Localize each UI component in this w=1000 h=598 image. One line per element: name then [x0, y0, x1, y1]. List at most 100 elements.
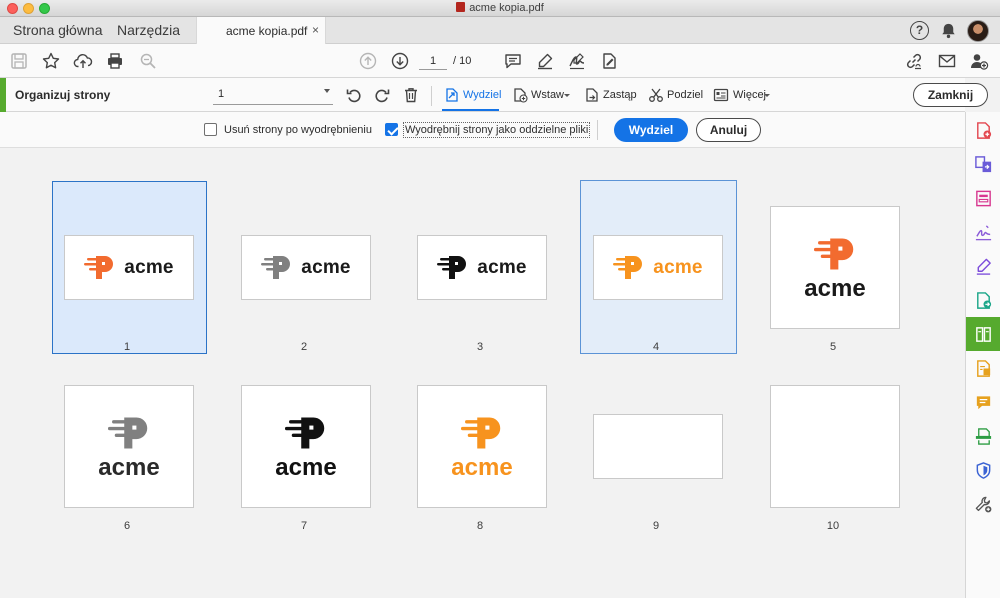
protect-icon[interactable]	[966, 453, 1000, 487]
page-number-label: 3	[476, 341, 484, 353]
acme-mark-icon	[261, 256, 291, 279]
insert-button[interactable]: Wstaw	[512, 88, 570, 104]
cancel-button[interactable]: Anuluj	[696, 118, 761, 142]
acme-mark-icon	[814, 238, 854, 270]
organize-toolbar: Organizuj strony 1 Wydziel Wstaw Zastąp …	[0, 78, 988, 112]
document-tab-label: acme kopia.pdf	[226, 24, 308, 38]
acme-logo: acme	[65, 236, 193, 299]
acme-wordmark: acme	[301, 256, 351, 278]
comment-icon[interactable]	[503, 51, 523, 71]
page-thumbnail[interactable]: acme	[417, 235, 547, 300]
page-up-icon[interactable]	[358, 51, 378, 71]
tab-home[interactable]: Strona główna	[13, 22, 103, 38]
page-thumbnail[interactable]: acme	[241, 385, 371, 508]
upload-cloud-icon[interactable]	[73, 51, 93, 71]
prepare-form-icon[interactable]	[966, 181, 1000, 215]
combine-files-icon[interactable]	[966, 147, 1000, 181]
acme-mark-icon	[285, 417, 325, 449]
add-user-icon[interactable]	[969, 51, 989, 71]
acme-mark-icon	[108, 417, 148, 449]
acme-mark-icon	[84, 256, 114, 279]
page-thumbnail[interactable]: acme	[593, 235, 723, 300]
acme-logo: acme	[771, 207, 899, 328]
acme-logo: acme	[242, 236, 370, 299]
window-title-text: acme kopia.pdf	[469, 2, 544, 14]
page-thumbnail-grid: acme 1 acme 2 acme 3 acme 4 acme 5 acme …	[0, 148, 965, 598]
avatar[interactable]	[967, 20, 989, 42]
close-organize-button[interactable]: Zamknij	[913, 83, 988, 107]
page-range-select[interactable]: 1	[213, 85, 333, 105]
page-number-input[interactable]	[419, 52, 447, 70]
main-toolbar: / 10	[0, 44, 1000, 78]
organize-title: Organizuj strony	[15, 88, 111, 102]
window-titlebar: acme kopia.pdf	[0, 0, 1000, 17]
print-icon[interactable]	[105, 51, 125, 71]
acme-mark-icon	[461, 417, 501, 449]
active-tool-indicator	[442, 109, 499, 111]
page-thumbnail-blank[interactable]	[770, 385, 900, 508]
toolbar-divider	[431, 86, 432, 106]
fill-and-sign-icon[interactable]	[966, 215, 1000, 249]
rotate-right-icon[interactable]	[373, 86, 391, 104]
edit-pdf-icon[interactable]	[966, 351, 1000, 385]
rotate-left-icon[interactable]	[345, 86, 363, 104]
save-icon[interactable]	[9, 51, 29, 71]
acme-wordmark: acme	[98, 454, 160, 481]
share-link-icon[interactable]	[904, 51, 924, 71]
create-pdf-icon[interactable]	[966, 113, 1000, 147]
acme-logo: acme	[418, 236, 546, 299]
organize-pages-icon[interactable]	[966, 317, 1000, 351]
page-thumbnail[interactable]: acme	[241, 235, 371, 300]
highlight-pen-icon[interactable]	[535, 51, 555, 71]
more-button[interactable]: Więcej	[713, 88, 773, 104]
page-range-value: 1	[218, 88, 225, 100]
page-thumbnail[interactable]: acme	[770, 206, 900, 329]
help-icon[interactable]: ?	[910, 21, 929, 40]
scan-ocr-icon[interactable]	[966, 419, 1000, 453]
acme-wordmark: acme	[477, 256, 527, 278]
page-number-label: 10	[826, 520, 840, 532]
page-number-label: 6	[123, 520, 131, 532]
page-number-label: 2	[300, 341, 308, 353]
bookmark-star-icon[interactable]	[41, 51, 61, 71]
extract-confirm-button[interactable]: Wydziel	[614, 118, 688, 142]
replace-button[interactable]: Zastąp	[584, 88, 637, 104]
extract-button[interactable]: Wydziel	[444, 88, 502, 104]
page-thumbnail[interactable]: acme	[64, 385, 194, 508]
fill-sign-icon[interactable]	[599, 51, 619, 71]
page-number-label: 9	[652, 520, 660, 532]
request-signature-icon[interactable]	[966, 249, 1000, 283]
comment-tool-icon[interactable]	[966, 385, 1000, 419]
acme-logo: acme	[65, 386, 193, 507]
page-thumbnail-blank[interactable]	[593, 414, 723, 479]
delete-after-extract-checkbox[interactable]	[204, 123, 217, 136]
trash-icon[interactable]	[402, 86, 420, 104]
extract-separate-label[interactable]: Wyodrębnij strony jako oddzielne pliki	[402, 122, 591, 138]
tab-tools[interactable]: Narzędzia	[117, 22, 180, 38]
acme-logo: acme	[594, 236, 722, 299]
page-number-label: 8	[476, 520, 484, 532]
extract-separate-checkbox[interactable]	[385, 123, 398, 136]
zoom-search-icon[interactable]	[138, 51, 158, 71]
insert-button-label: Wstaw	[531, 89, 564, 101]
extract-button-label: Wydziel	[463, 89, 502, 101]
email-icon[interactable]	[937, 51, 957, 71]
delete-after-extract-label[interactable]: Usuń strony po wyodrębnieniu	[224, 124, 372, 136]
sign-icon[interactable]	[567, 51, 587, 71]
options-divider	[597, 120, 598, 140]
page-thumbnail[interactable]: acme	[64, 235, 194, 300]
page-thumbnail[interactable]: acme	[417, 385, 547, 508]
window-title: acme kopia.pdf	[0, 2, 1000, 14]
export-pdf-icon[interactable]	[966, 283, 1000, 317]
acme-logo: acme	[242, 386, 370, 507]
acme-mark-icon	[437, 256, 467, 279]
split-button[interactable]: Podziel	[648, 88, 703, 104]
more-tools-icon[interactable]	[966, 487, 1000, 521]
bell-icon[interactable]	[939, 21, 958, 40]
replace-page-icon	[586, 88, 598, 102]
page-down-icon[interactable]	[390, 51, 410, 71]
more-button-label: Więcej	[733, 89, 767, 101]
close-tab-icon[interactable]: ×	[312, 23, 319, 37]
scissors-icon	[649, 88, 663, 102]
document-tab[interactable]: acme kopia.pdf ×	[196, 17, 326, 44]
